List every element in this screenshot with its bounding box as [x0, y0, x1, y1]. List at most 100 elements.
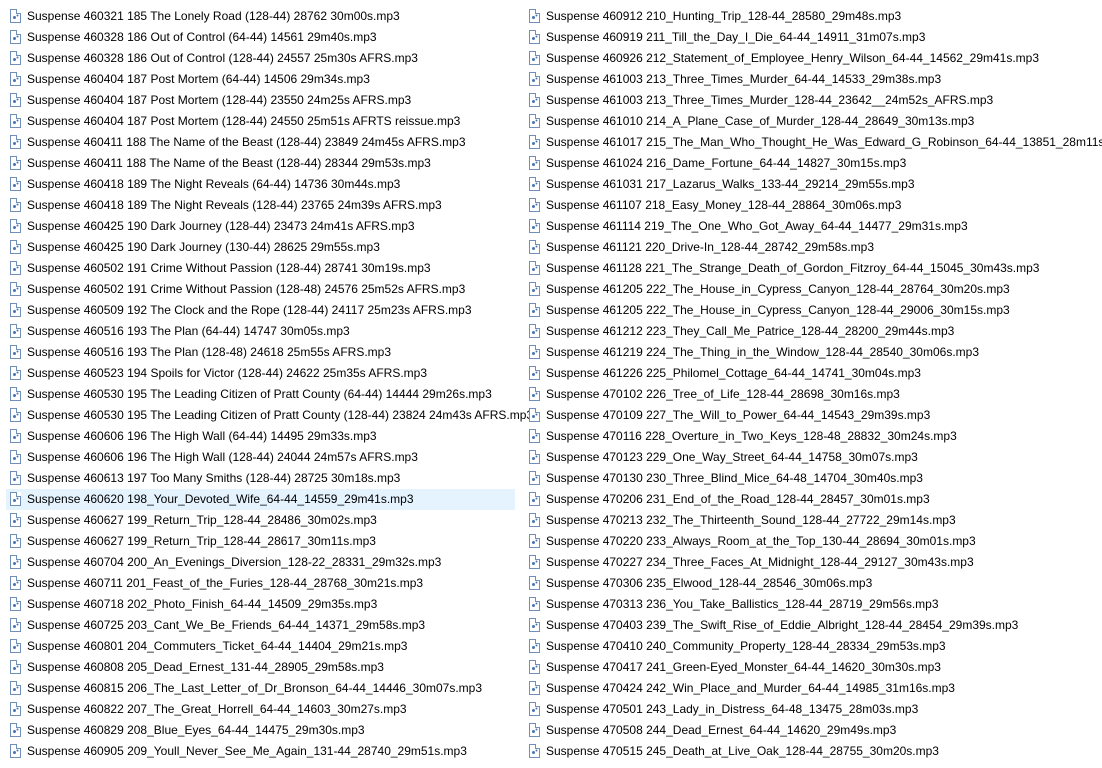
file-name: Suspense 460530 195 The Leading Citizen …: [27, 387, 492, 401]
file-item[interactable]: Suspense 460328 186 Out of Control (64-4…: [6, 27, 515, 48]
audio-file-icon: [529, 723, 540, 737]
file-name: Suspense 460418 189 The Night Reveals (6…: [27, 177, 401, 191]
audio-file-icon: [10, 387, 21, 401]
file-item[interactable]: Suspense 461212 223_They_Call_Me_Patrice…: [525, 321, 1102, 342]
file-item[interactable]: Suspense 460627 199_Return_Trip_128-44_2…: [6, 510, 515, 531]
file-item[interactable]: Suspense 460502 191 Crime Without Passio…: [6, 258, 515, 279]
file-item[interactable]: Suspense 470206 231_End_of_the_Road_128-…: [525, 489, 1102, 510]
audio-file-icon: [529, 744, 540, 758]
audio-file-icon: [10, 576, 21, 590]
audio-file-icon: [529, 429, 540, 443]
file-item[interactable]: Suspense 460425 190 Dark Journey (128-44…: [6, 216, 515, 237]
audio-file-icon: [10, 471, 21, 485]
file-name: Suspense 460808 205_Dead_Ernest_131-44_2…: [27, 660, 384, 674]
file-item[interactable]: Suspense 460725 203_Cant_We_Be_Friends_6…: [6, 615, 515, 636]
file-item[interactable]: Suspense 461121 220_Drive-In_128-44_2874…: [525, 237, 1102, 258]
file-name: Suspense 460411 188 The Name of the Beas…: [27, 135, 466, 149]
file-item[interactable]: Suspense 460502 191 Crime Without Passio…: [6, 279, 515, 300]
file-item[interactable]: Suspense 460627 199_Return_Trip_128-44_2…: [6, 531, 515, 552]
file-item[interactable]: Suspense 460530 195 The Leading Citizen …: [6, 384, 515, 405]
file-name: Suspense 470220 233_Always_Room_at_the_T…: [546, 534, 976, 548]
file-name: Suspense 461107 218_Easy_Money_128-44_28…: [546, 198, 902, 212]
file-item[interactable]: Suspense 460418 189 The Night Reveals (6…: [6, 174, 515, 195]
file-item[interactable]: Suspense 460822 207_The_Great_Horrell_64…: [6, 699, 515, 720]
file-item[interactable]: Suspense 460912 210_Hunting_Trip_128-44_…: [525, 6, 1102, 27]
file-item[interactable]: Suspense 460411 188 The Name of the Beas…: [6, 153, 515, 174]
file-item[interactable]: Suspense 460926 212_Statement_of_Employe…: [525, 48, 1102, 69]
file-item[interactable]: Suspense 470227 234_Three_Faces_At_Midni…: [525, 552, 1102, 573]
audio-file-icon: [529, 240, 540, 254]
file-item[interactable]: Suspense 460815 206_The_Last_Letter_of_D…: [6, 678, 515, 699]
file-item[interactable]: Suspense 460509 192 The Clock and the Ro…: [6, 300, 515, 321]
file-item[interactable]: Suspense 460404 187 Post Mortem (64-44) …: [6, 69, 515, 90]
file-item[interactable]: Suspense 460418 189 The Night Reveals (1…: [6, 195, 515, 216]
file-item[interactable]: Suspense 470102 226_Tree_of_Life_128-44_…: [525, 384, 1102, 405]
file-column-left: Suspense 460321 185 The Lonely Road (128…: [6, 6, 533, 762]
file-item[interactable]: Suspense 460704 200_An_Evenings_Diversio…: [6, 552, 515, 573]
file-item[interactable]: Suspense 460425 190 Dark Journey (130-44…: [6, 237, 515, 258]
file-item[interactable]: Suspense 470410 240_Community_Property_1…: [525, 636, 1102, 657]
file-name: Suspense 460404 187 Post Mortem (64-44) …: [27, 72, 370, 86]
file-item[interactable]: Suspense 460620 198_Your_Devoted_Wife_64…: [6, 489, 515, 510]
file-item[interactable]: Suspense 470116 228_Overture_in_Two_Keys…: [525, 426, 1102, 447]
file-name: Suspense 460627 199_Return_Trip_128-44_2…: [27, 513, 377, 527]
file-item[interactable]: Suspense 460711 201_Feast_of_the_Furies_…: [6, 573, 515, 594]
audio-file-icon: [10, 9, 21, 23]
file-item[interactable]: Suspense 460905 209_Youll_Never_See_Me_A…: [6, 741, 515, 762]
file-item[interactable]: Suspense 470417 241_Green-Eyed_Monster_6…: [525, 657, 1102, 678]
file-item[interactable]: Suspense 470424 242_Win_Place_and_Murder…: [525, 678, 1102, 699]
file-item[interactable]: Suspense 461205 222_The_House_in_Cypress…: [525, 279, 1102, 300]
file-item[interactable]: Suspense 470130 230_Three_Blind_Mice_64-…: [525, 468, 1102, 489]
file-item[interactable]: Suspense 470508 244_Dead_Ernest_64-44_14…: [525, 720, 1102, 741]
file-item[interactable]: Suspense 460606 196 The High Wall (128-4…: [6, 447, 515, 468]
file-item[interactable]: Suspense 460606 196 The High Wall (64-44…: [6, 426, 515, 447]
audio-file-icon: [529, 681, 540, 695]
audio-file-icon: [529, 30, 540, 44]
file-item[interactable]: Suspense 461107 218_Easy_Money_128-44_28…: [525, 195, 1102, 216]
file-item[interactable]: Suspense 470213 232_The_Thirteenth_Sound…: [525, 510, 1102, 531]
file-item[interactable]: Suspense 470501 243_Lady_in_Distress_64-…: [525, 699, 1102, 720]
file-item[interactable]: Suspense 461226 225_Philomel_Cottage_64-…: [525, 363, 1102, 384]
file-item[interactable]: Suspense 470123 229_One_Way_Street_64-44…: [525, 447, 1102, 468]
file-name: Suspense 460516 193 The Plan (64-44) 147…: [27, 324, 350, 338]
file-item[interactable]: Suspense 461010 214_A_Plane_Case_of_Murd…: [525, 111, 1102, 132]
file-item[interactable]: Suspense 460613 197 Too Many Smiths (128…: [6, 468, 515, 489]
file-item[interactable]: Suspense 470313 236_You_Take_Ballistics_…: [525, 594, 1102, 615]
file-item[interactable]: Suspense 470403 239_The_Swift_Rise_of_Ed…: [525, 615, 1102, 636]
file-item[interactable]: Suspense 460516 193 The Plan (64-44) 147…: [6, 321, 515, 342]
file-item[interactable]: Suspense 460411 188 The Name of the Beas…: [6, 132, 515, 153]
file-item[interactable]: Suspense 461128 221_The_Strange_Death_of…: [525, 258, 1102, 279]
file-item[interactable]: Suspense 461003 213_Three_Times_Murder_6…: [525, 69, 1102, 90]
file-item[interactable]: Suspense 461219 224_The_Thing_in_the_Win…: [525, 342, 1102, 363]
file-item[interactable]: Suspense 470109 227_The_Will_to_Power_64…: [525, 405, 1102, 426]
file-name: Suspense 461226 225_Philomel_Cottage_64-…: [546, 366, 921, 380]
audio-file-icon: [10, 660, 21, 674]
file-item[interactable]: Suspense 460404 187 Post Mortem (128-44)…: [6, 111, 515, 132]
file-item[interactable]: Suspense 460530 195 The Leading Citizen …: [6, 405, 533, 426]
file-item[interactable]: Suspense 460321 185 The Lonely Road (128…: [6, 6, 515, 27]
file-item[interactable]: Suspense 461003 213_Three_Times_Murder_1…: [525, 90, 1102, 111]
file-item[interactable]: Suspense 460829 208_Blue_Eyes_64-44_1447…: [6, 720, 515, 741]
file-item[interactable]: Suspense 460808 205_Dead_Ernest_131-44_2…: [6, 657, 515, 678]
file-item[interactable]: Suspense 460523 194 Spoils for Victor (1…: [6, 363, 515, 384]
file-item[interactable]: Suspense 460718 202_Photo_Finish_64-44_1…: [6, 594, 515, 615]
audio-file-icon: [529, 576, 540, 590]
file-item[interactable]: Suspense 460516 193 The Plan (128-48) 24…: [6, 342, 515, 363]
file-item[interactable]: Suspense 470220 233_Always_Room_at_the_T…: [525, 531, 1102, 552]
audio-file-icon: [529, 450, 540, 464]
file-item[interactable]: Suspense 460328 186 Out of Control (128-…: [6, 48, 515, 69]
file-item[interactable]: Suspense 461205 222_The_House_in_Cypress…: [525, 300, 1102, 321]
file-item[interactable]: Suspense 461017 215_The_Man_Who_Thought_…: [525, 132, 1102, 153]
file-item[interactable]: Suspense 470515 245_Death_at_Live_Oak_12…: [525, 741, 1102, 762]
file-item[interactable]: Suspense 460801 204_Commuters_Ticket_64-…: [6, 636, 515, 657]
audio-file-icon: [10, 51, 21, 65]
file-item[interactable]: Suspense 460404 187 Post Mortem (128-44)…: [6, 90, 515, 111]
audio-file-icon: [529, 639, 540, 653]
audio-file-icon: [10, 555, 21, 569]
file-item[interactable]: Suspense 461114 219_The_One_Who_Got_Away…: [525, 216, 1102, 237]
file-item[interactable]: Suspense 470306 235_Elwood_128-44_28546_…: [525, 573, 1102, 594]
file-item[interactable]: Suspense 461024 216_Dame_Fortune_64-44_1…: [525, 153, 1102, 174]
audio-file-icon: [10, 282, 21, 296]
file-item[interactable]: Suspense 460919 211_Till_the_Day_I_Die_6…: [525, 27, 1102, 48]
file-item[interactable]: Suspense 461031 217_Lazarus_Walks_133-44…: [525, 174, 1102, 195]
